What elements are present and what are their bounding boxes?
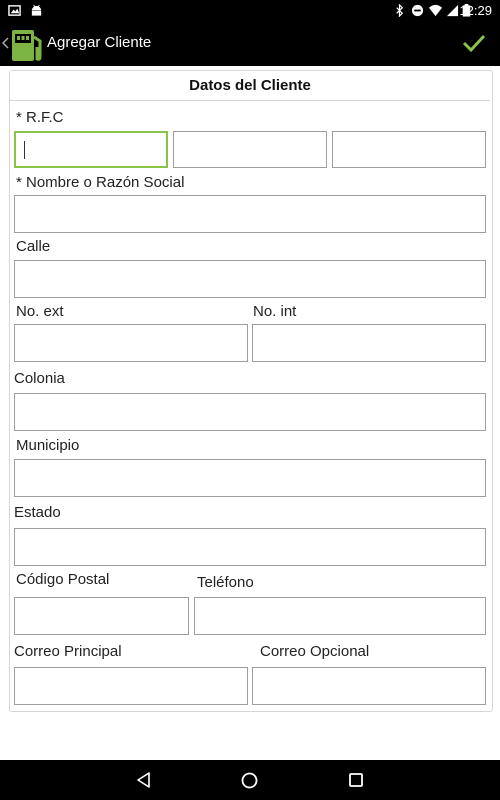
wifi-icon [429,4,442,17]
colonia-field[interactable] [14,393,486,431]
no-int-label: No. int [253,303,297,320]
municipio-label: Municipio [16,437,80,454]
calle-label: Calle [16,238,51,255]
correo-principal-label: Correo Principal [14,643,122,660]
up-navigation[interactable] [0,22,44,66]
rfc-field-3[interactable] [332,131,486,168]
app-title: Agregar Cliente [47,34,152,51]
signal-icon [446,4,459,17]
no-ext-label: No. ext [16,303,64,320]
bluetooth-icon [396,4,404,17]
no-int-field[interactable] [252,324,486,362]
codigo-postal-label: Código Postal [16,571,110,588]
calle-field[interactable] [14,260,486,298]
navigation-bar [0,760,500,800]
municipio-field[interactable] [14,459,486,497]
rfc-field-1[interactable] [14,131,168,168]
clock: 12:29 [459,3,492,18]
form-header: Datos del Cliente [10,71,490,101]
nombre-label: * Nombre o Razón Social [16,174,185,191]
back-icon[interactable] [136,772,152,788]
colonia-label: Colonia [14,370,65,387]
text-cursor [24,141,25,159]
dnd-icon [411,4,424,17]
telefono-label: Teléfono [197,574,254,591]
correo-principal-field[interactable] [14,667,248,705]
telefono-field[interactable] [194,597,486,635]
correo-opcional-label: Correo Opcional [260,643,370,660]
correo-opcional-field[interactable] [252,667,486,705]
recents-icon[interactable] [349,773,363,787]
rfc-label: * R.F.C [16,109,64,126]
codigo-postal-field[interactable] [14,597,189,635]
fuel-pump-icon [12,30,42,61]
no-ext-field[interactable] [14,324,248,362]
check-icon [462,34,486,53]
nombre-field[interactable] [14,195,486,233]
android-icon [31,4,42,16]
estado-field[interactable] [14,528,486,566]
rfc-field-2[interactable] [173,131,327,168]
status-bar: 12:29 [0,0,500,22]
chevron-left-icon [2,37,9,49]
image-icon [8,5,21,16]
action-bar: Agregar Cliente [0,22,500,66]
save-button[interactable] [452,22,496,66]
home-icon[interactable] [241,772,258,789]
estado-label: Estado [14,504,61,521]
